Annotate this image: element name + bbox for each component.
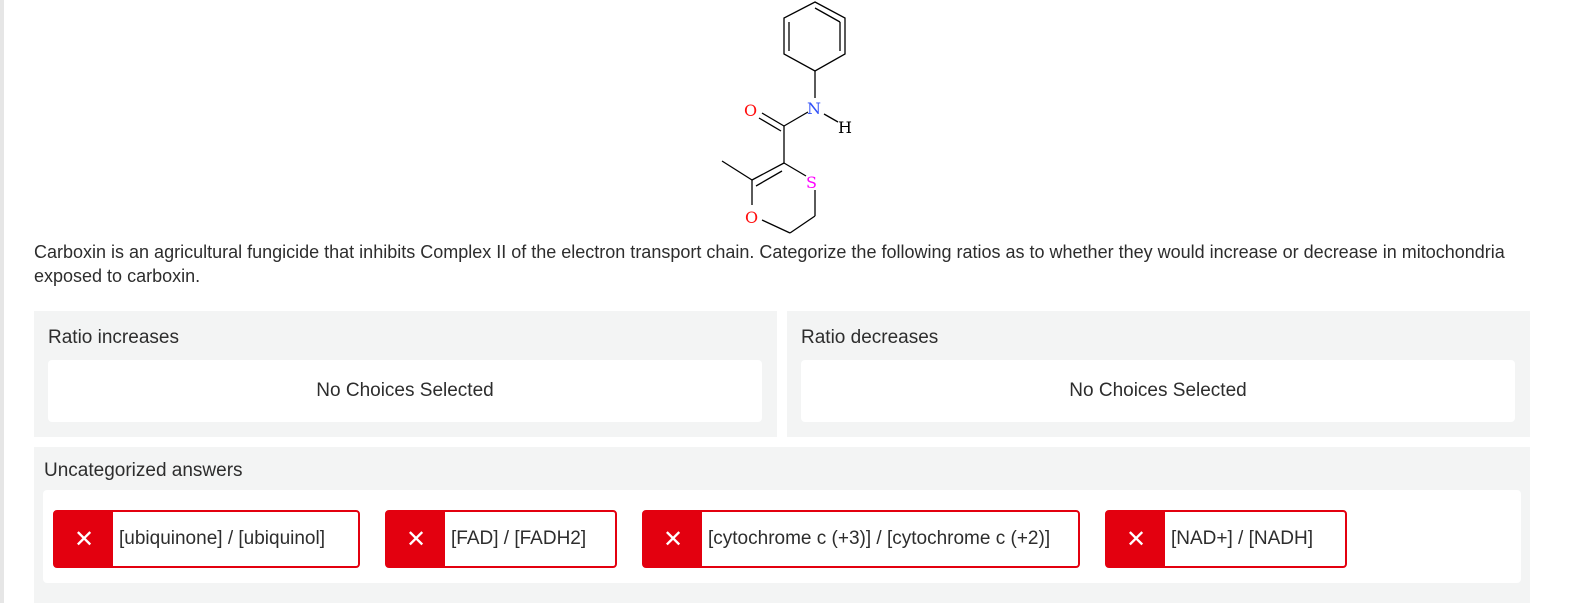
atom-sulfur: S (806, 173, 817, 192)
close-icon: ✕ (387, 512, 445, 566)
category-ratio-decreases: Ratio decreases No Choices Selected (787, 311, 1530, 437)
close-icon: ✕ (644, 512, 702, 566)
close-icon: ✕ (55, 512, 113, 566)
left-border (0, 0, 4, 603)
atom-nitrogen: N (807, 99, 821, 118)
dropzone-ratio-increases[interactable]: No Choices Selected (48, 360, 762, 422)
uncategorized-title: Uncategorized answers (44, 460, 243, 481)
answer-chip-nad-nadh[interactable]: ✕ [NAD+] / [NADH] (1105, 510, 1347, 568)
atom-oxygen-ring: O (745, 208, 758, 227)
dropzone-empty-text: No Choices Selected (1069, 380, 1247, 401)
carboxin-structure-image: O N H S O (721, 1, 852, 234)
answer-pool[interactable]: ✕ [ubiquinone] / [ubiquinol] ✕ [FAD] / [… (43, 490, 1521, 583)
answer-label: [ubiquinone] / [ubiquinol] (119, 528, 325, 549)
category-title: Ratio decreases (801, 327, 939, 348)
dropzone-empty-text: No Choices Selected (316, 380, 494, 401)
answer-chip-ubiquinone-ubiquinol[interactable]: ✕ [ubiquinone] / [ubiquinol] (53, 510, 360, 568)
answer-chip-cytochrome-c[interactable]: ✕ [cytochrome c (+3)] / [cytochrome c (+… (642, 510, 1080, 568)
answer-label: [cytochrome c (+3)] / [cytochrome c (+2)… (708, 528, 1051, 549)
atom-oxygen-carbonyl: O (744, 101, 757, 120)
dropzone-ratio-decreases[interactable]: No Choices Selected (801, 360, 1515, 422)
answer-label: [NAD+] / [NADH] (1171, 528, 1313, 549)
atom-hydrogen: H (838, 118, 852, 137)
category-title: Ratio increases (48, 327, 179, 348)
answer-label: [FAD] / [FADH2] (451, 528, 587, 549)
uncategorized-answers-panel: Uncategorized answers ✕ [ubiquinone] / [… (34, 447, 1530, 603)
close-icon: ✕ (1107, 512, 1165, 566)
category-ratio-increases: Ratio increases No Choices Selected (34, 311, 777, 437)
question-text: Carboxin is an agricultural fungicide th… (34, 242, 1505, 286)
answer-chip-fad-fadh2[interactable]: ✕ [FAD] / [FADH2] (385, 510, 617, 568)
